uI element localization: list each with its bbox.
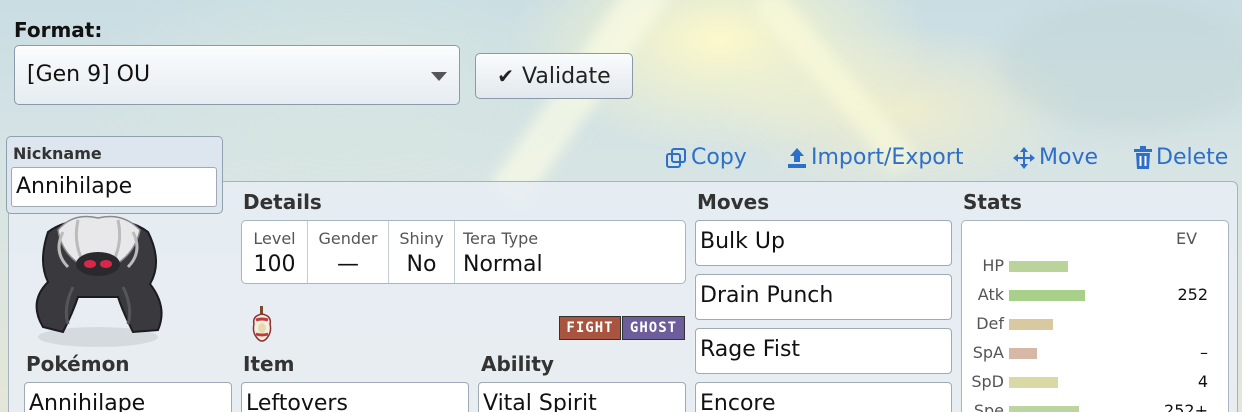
stat-name: SpA <box>972 343 1004 362</box>
stat-bar <box>1009 261 1068 272</box>
ability-input[interactable]: Vital Spirit <box>478 382 686 412</box>
delete-label: Delete <box>1156 145 1229 170</box>
validate-button[interactable]: ✔ Validate <box>475 53 633 99</box>
ability-heading: Ability <box>481 352 554 376</box>
stat-row-spa[interactable]: SpA – <box>962 341 1230 365</box>
import-export-button[interactable]: Import/Export <box>786 145 963 170</box>
stat-name: Def <box>976 314 1004 333</box>
stat-bar <box>1009 348 1037 359</box>
stat-name: Spe <box>973 401 1004 412</box>
stat-name: SpD <box>971 372 1004 391</box>
nickname-box: Nickname Annihilape <box>6 136 223 214</box>
nickname-input[interactable]: Annihilape <box>11 167 217 207</box>
background-streak <box>489 0 671 208</box>
item-heading: Item <box>243 352 295 376</box>
stats-heading: Stats <box>963 190 1022 214</box>
pokemon-input[interactable]: Annihilape <box>24 382 232 412</box>
level-label: Level <box>253 229 296 248</box>
trash-icon <box>1134 145 1152 169</box>
tera-value: Normal <box>463 252 543 277</box>
upload-icon <box>788 147 806 168</box>
gender-cell[interactable]: Gender — <box>308 221 389 283</box>
copy-icon <box>666 147 686 168</box>
stats-box[interactable]: EV HP Atk 252 Def SpA – SpD 4 Spe 252+ <box>961 220 1229 412</box>
move-slot-2[interactable]: Drain Punch <box>695 274 952 320</box>
stat-row-def[interactable]: Def <box>962 312 1230 336</box>
checkmark-icon: ✔ <box>497 64 515 88</box>
stat-bar <box>1009 290 1085 301</box>
stat-bar <box>1009 319 1053 330</box>
type-badge-fight: FIGHT <box>559 316 621 340</box>
move-arrows-icon <box>1013 146 1035 169</box>
stat-ev-value: – <box>1200 343 1208 362</box>
stat-name: Atk <box>977 285 1004 304</box>
details-box[interactable]: Level 100 Gender — Shiny No Tera Type No… <box>241 220 686 284</box>
copy-label: Copy <box>691 145 747 170</box>
stat-ev-value: 252 <box>1177 285 1208 304</box>
stat-row-spd[interactable]: SpD 4 <box>962 370 1230 394</box>
move-label: Move <box>1039 145 1098 170</box>
item-input[interactable]: Leftovers <box>241 382 469 412</box>
shiny-label: Shiny <box>399 229 444 248</box>
stat-ev-value: 252+ <box>1164 401 1208 412</box>
stat-name: HP <box>982 256 1004 275</box>
stat-row-spe[interactable]: Spe 252+ <box>962 399 1230 412</box>
validate-label: Validate <box>522 63 611 89</box>
gender-value: — <box>337 252 359 277</box>
move-slot-3[interactable]: Rage Fist <box>695 328 952 374</box>
move-slot-4[interactable]: Encore <box>695 382 952 412</box>
copy-button[interactable]: Copy <box>664 145 747 170</box>
stat-ev-value: 4 <box>1197 372 1208 391</box>
level-cell[interactable]: Level 100 <box>242 221 308 283</box>
leftovers-icon <box>252 306 272 342</box>
ev-column-header: EV <box>1176 229 1198 248</box>
move-slot-1[interactable]: Bulk Up <box>695 220 952 266</box>
chevron-down-icon <box>431 72 447 81</box>
pokemon-sprite <box>35 215 163 347</box>
nickname-label: Nickname <box>13 144 102 163</box>
gender-label: Gender <box>318 229 378 248</box>
delete-button[interactable]: Delete <box>1133 145 1228 170</box>
shiny-value: No <box>406 252 437 277</box>
format-selected-value: [Gen 9] OU <box>27 62 151 87</box>
stat-bar <box>1009 377 1058 388</box>
level-value: 100 <box>253 252 296 277</box>
background-glow <box>1000 0 1242 130</box>
stat-bar <box>1009 406 1079 412</box>
stat-row-hp[interactable]: HP <box>962 254 1230 278</box>
pokemon-heading: Pokémon <box>26 352 130 376</box>
type-badge-ghost: GHOST <box>622 316 685 340</box>
moves-heading: Moves <box>697 190 770 214</box>
stat-row-atk[interactable]: Atk 252 <box>962 283 1230 307</box>
shiny-cell[interactable]: Shiny No <box>389 221 455 283</box>
import-export-label: Import/Export <box>811 145 964 170</box>
move-button[interactable]: Move <box>1012 145 1098 170</box>
format-label: Format: <box>14 18 103 42</box>
format-select[interactable]: [Gen 9] OU <box>14 45 460 105</box>
details-heading: Details <box>243 190 322 214</box>
tera-cell[interactable]: Tera Type Normal <box>455 221 685 283</box>
tera-label: Tera Type <box>463 229 539 248</box>
